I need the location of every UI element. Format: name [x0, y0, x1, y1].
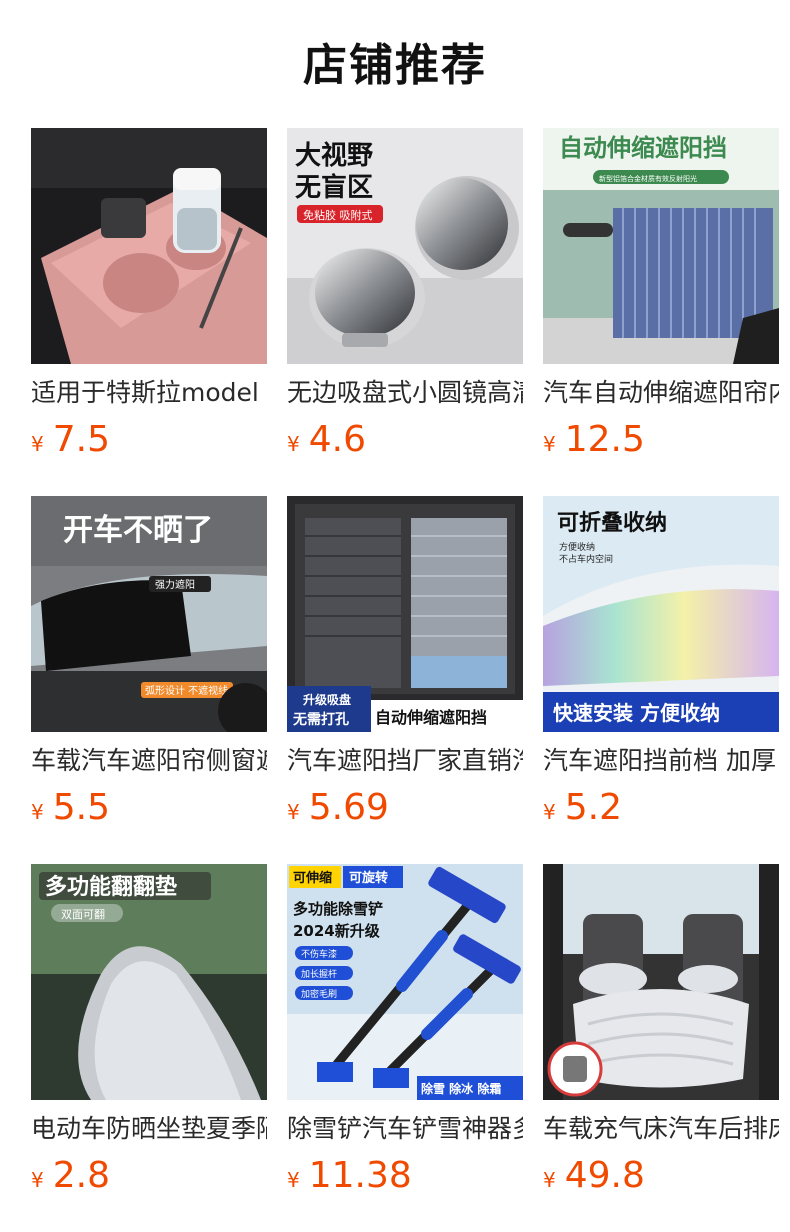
- currency-symbol: ¥: [287, 1168, 300, 1192]
- price-amount: 49.8: [564, 1155, 645, 1196]
- page-title: 店铺推荐: [303, 40, 487, 91]
- product-price: ¥ 5.5: [31, 786, 267, 830]
- image-headline: 2024新升级: [293, 922, 381, 940]
- currency-symbol: ¥: [31, 1168, 44, 1192]
- currency-symbol: ¥: [287, 432, 300, 456]
- image-headline: 自动伸缩遮阳挡: [375, 708, 487, 727]
- product-price: ¥ 5.69: [287, 786, 523, 830]
- image-tag: 可伸缩: [293, 870, 332, 886]
- recommend-page: 店铺推荐 适用于特斯拉model ¥ 7.5 大视野 无盲区 免粘胶 吸附式 无…: [0, 0, 790, 1232]
- product-name[interactable]: 车载汽车遮阳帘侧窗遮: [31, 744, 267, 778]
- image-tag: 不占车内空间: [559, 553, 613, 565]
- snow-shovel-image[interactable]: 可伸缩 可旋转 多功能除雪铲 2024新升级 不伤车漆 加长握杆 加密毛刷 除雪…: [287, 864, 523, 1100]
- product-price: ¥ 2.8: [31, 1154, 267, 1198]
- price-amount: 7.5: [52, 419, 110, 460]
- inflatable-bed-image[interactable]: [543, 864, 779, 1100]
- product-price: ¥ 12.5: [543, 418, 779, 462]
- currency-symbol: ¥: [543, 432, 556, 456]
- side-window-shade-image[interactable]: 开车不晒了 强力遮阳 弧形设计 不遮视线: [31, 496, 267, 732]
- product-name[interactable]: 除雪铲汽车铲雪神器多: [287, 1112, 523, 1146]
- window-shade-pair-image[interactable]: 升级吸盘 无需打孔 自动伸缩遮阳挡: [287, 496, 523, 732]
- image-headline: 可折叠收纳: [557, 510, 667, 536]
- foldable-windshield-shade-image[interactable]: 可折叠收纳 方便收纳 不占车内空间 快速安装 方便收纳: [543, 496, 779, 732]
- product-name[interactable]: 电动车防晒坐垫夏季隔: [31, 1112, 267, 1146]
- image-tag: 升级吸盘: [303, 692, 351, 707]
- price-amount: 4.6: [308, 419, 366, 460]
- image-tag: 弧形设计 不遮视线: [145, 684, 228, 697]
- image-tag: 无需打孔: [292, 711, 349, 728]
- image-headline: 多功能翻翻垫: [45, 874, 177, 900]
- product-name[interactable]: 无边吸盘式小圆镜高清: [287, 376, 523, 410]
- product-name[interactable]: 汽车遮阳挡前档 加厚: [543, 744, 779, 778]
- image-tag: 新型铝箔合金材质有效反射阳光: [599, 174, 697, 183]
- image-tag: 加长握杆: [301, 968, 337, 980]
- currency-symbol: ¥: [543, 800, 556, 824]
- product-price: ¥ 4.6: [287, 418, 523, 462]
- product-price: ¥ 7.5: [31, 418, 267, 462]
- product-card[interactable]: 可伸缩 可旋转 多功能除雪铲 2024新升级 不伤车漆 加长握杆 加密毛刷 除雪…: [287, 864, 523, 1232]
- image-headline: 大视野: [295, 141, 373, 171]
- product-card[interactable]: 大视野 无盲区 免粘胶 吸附式 无边吸盘式小圆镜高清 ¥ 4.6: [287, 128, 523, 496]
- product-card[interactable]: 适用于特斯拉model ¥ 7.5: [31, 128, 267, 496]
- product-card[interactable]: 开车不晒了 强力遮阳 弧形设计 不遮视线 车载汽车遮阳帘侧窗遮 ¥ 5.5: [31, 496, 267, 864]
- product-card[interactable]: 升级吸盘 无需打孔 自动伸缩遮阳挡 汽车遮阳挡厂家直销汽 ¥ 5.69: [287, 496, 523, 864]
- product-price: ¥ 49.8: [543, 1154, 779, 1198]
- product-card[interactable]: 车载充气床汽车后排床 ¥ 49.8: [543, 864, 779, 1232]
- product-name[interactable]: 汽车自动伸缩遮阳帘内: [543, 376, 779, 410]
- retractable-sunshade-image[interactable]: 自动伸缩遮阳挡 新型铝箔合金材质有效反射阳光: [543, 128, 779, 364]
- price-amount: 2.8: [52, 1155, 110, 1196]
- currency-symbol: ¥: [31, 432, 44, 456]
- image-tag: 不伤车漆: [301, 948, 337, 960]
- price-amount: 12.5: [564, 419, 645, 460]
- product-card[interactable]: 自动伸缩遮阳挡 新型铝箔合金材质有效反射阳光 汽车自动伸缩遮阳帘内 ¥ 12.5: [543, 128, 779, 496]
- image-tag: 加密毛刷: [301, 988, 337, 1000]
- currency-symbol: ¥: [287, 800, 300, 824]
- image-banner: 除雪 除冰 除霜: [421, 1081, 501, 1096]
- seat-cushion-image[interactable]: 多功能翻翻垫 双面可翻: [31, 864, 267, 1100]
- image-tag: 双面可翻: [61, 907, 105, 921]
- price-amount: 5.5: [52, 787, 110, 828]
- round-mirror-image[interactable]: 大视野 无盲区 免粘胶 吸附式: [287, 128, 523, 364]
- product-price: ¥ 11.38: [287, 1154, 523, 1198]
- image-tag: 强力遮阳: [155, 578, 195, 591]
- pink-cup-holder-image[interactable]: [31, 128, 267, 364]
- image-headline: 开车不晒了: [63, 513, 213, 548]
- currency-symbol: ¥: [543, 1168, 556, 1192]
- price-amount: 11.38: [308, 1155, 412, 1196]
- image-tag: 免粘胶 吸附式: [303, 208, 373, 222]
- price-amount: 5.69: [308, 787, 389, 828]
- price-amount: 5.2: [564, 787, 622, 828]
- product-name[interactable]: 汽车遮阳挡厂家直销汽: [287, 744, 523, 778]
- product-card[interactable]: 多功能翻翻垫 双面可翻 电动车防晒坐垫夏季隔 ¥ 2.8: [31, 864, 267, 1232]
- image-banner: 快速安装 方便收纳: [553, 701, 720, 725]
- currency-symbol: ¥: [31, 800, 44, 824]
- product-card[interactable]: 可折叠收纳 方便收纳 不占车内空间 快速安装 方便收纳 汽车遮阳挡前档 加厚 ¥…: [543, 496, 779, 864]
- product-name[interactable]: 适用于特斯拉model: [31, 376, 267, 410]
- image-headline: 多功能除雪铲: [293, 900, 383, 918]
- product-price: ¥ 5.2: [543, 786, 779, 830]
- image-tag: 可旋转: [349, 870, 388, 886]
- image-headline: 自动伸缩遮阳挡: [559, 134, 727, 162]
- product-grid: 适用于特斯拉model ¥ 7.5 大视野 无盲区 免粘胶 吸附式 无边吸盘式小…: [31, 128, 779, 1232]
- image-headline: 无盲区: [295, 172, 373, 203]
- product-name[interactable]: 车载充气床汽车后排床: [543, 1112, 779, 1146]
- image-tag: 方便收纳: [559, 541, 595, 553]
